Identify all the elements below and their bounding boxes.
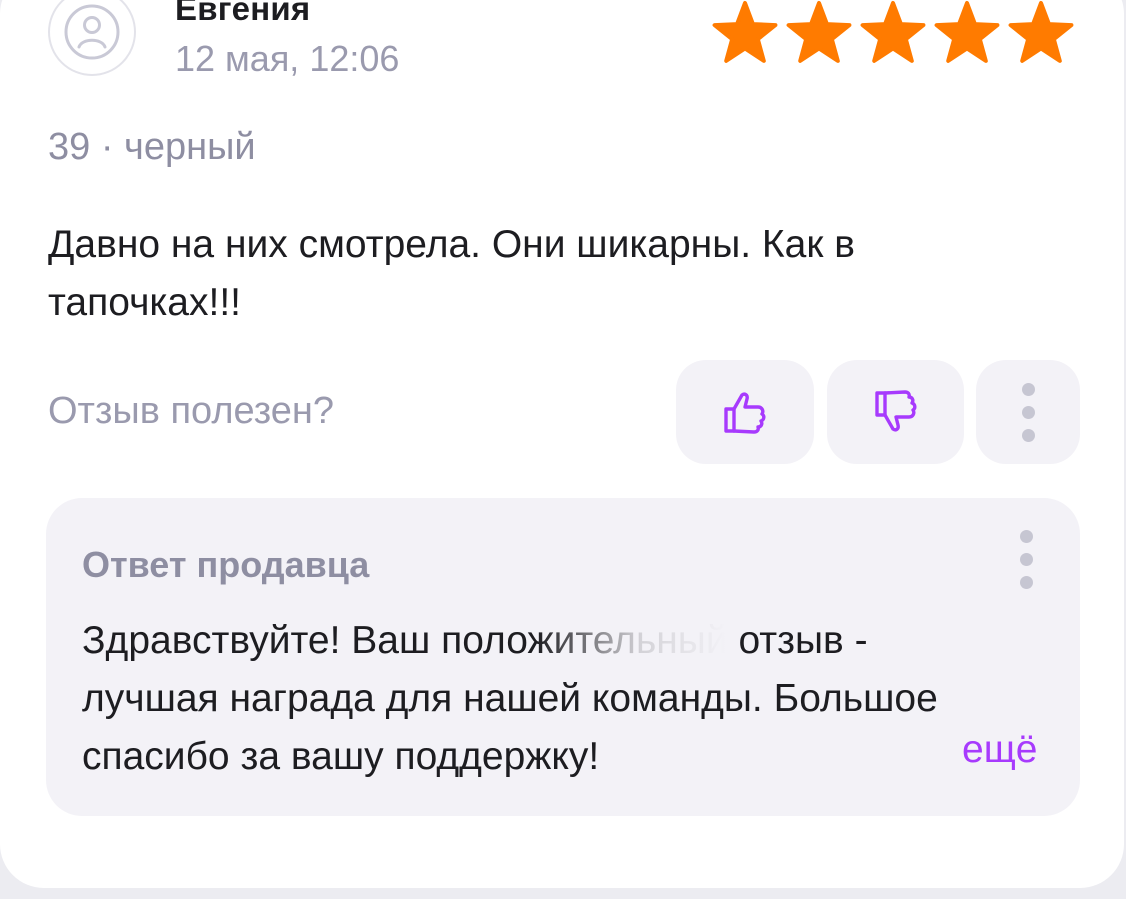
seller-reply-title: Ответ продавца [82,544,370,585]
review-author: Евгения [175,0,311,27]
rating-stars [708,0,1078,68]
like-button[interactable] [676,360,814,464]
thumbs-down-icon [874,390,916,432]
review-date: 12 мая, 12:06 [175,38,400,79]
review-menu-button[interactable] [976,360,1080,464]
more-vertical-icon [1021,382,1035,442]
star-icon [934,1,1000,63]
user-avatar-icon [64,4,120,60]
star-icon [712,1,778,63]
helpful-question: Отзыв полезен? [48,390,335,432]
star-icon [860,1,926,63]
review-card: Евгения 12 мая, 12:06 39 · черный Давно … [0,0,1124,888]
review-text: Давно на них смотрела. Они шикарны. Как … [48,223,855,324]
avatar [48,0,136,76]
seller-reply: Ответ продавца Здравствуйте! Ваш положит… [46,498,1080,816]
star-icon [786,1,852,63]
dislike-button[interactable] [827,360,964,464]
more-vertical-icon [1020,530,1033,589]
thumbs-up-icon [724,392,766,434]
expand-reply-link[interactable]: ещё [962,728,1037,772]
text-fade-overlay [536,614,726,672]
product-variant: 39 · черный [48,126,256,168]
star-icon [1008,1,1074,63]
seller-reply-menu-button[interactable] [1020,530,1033,589]
